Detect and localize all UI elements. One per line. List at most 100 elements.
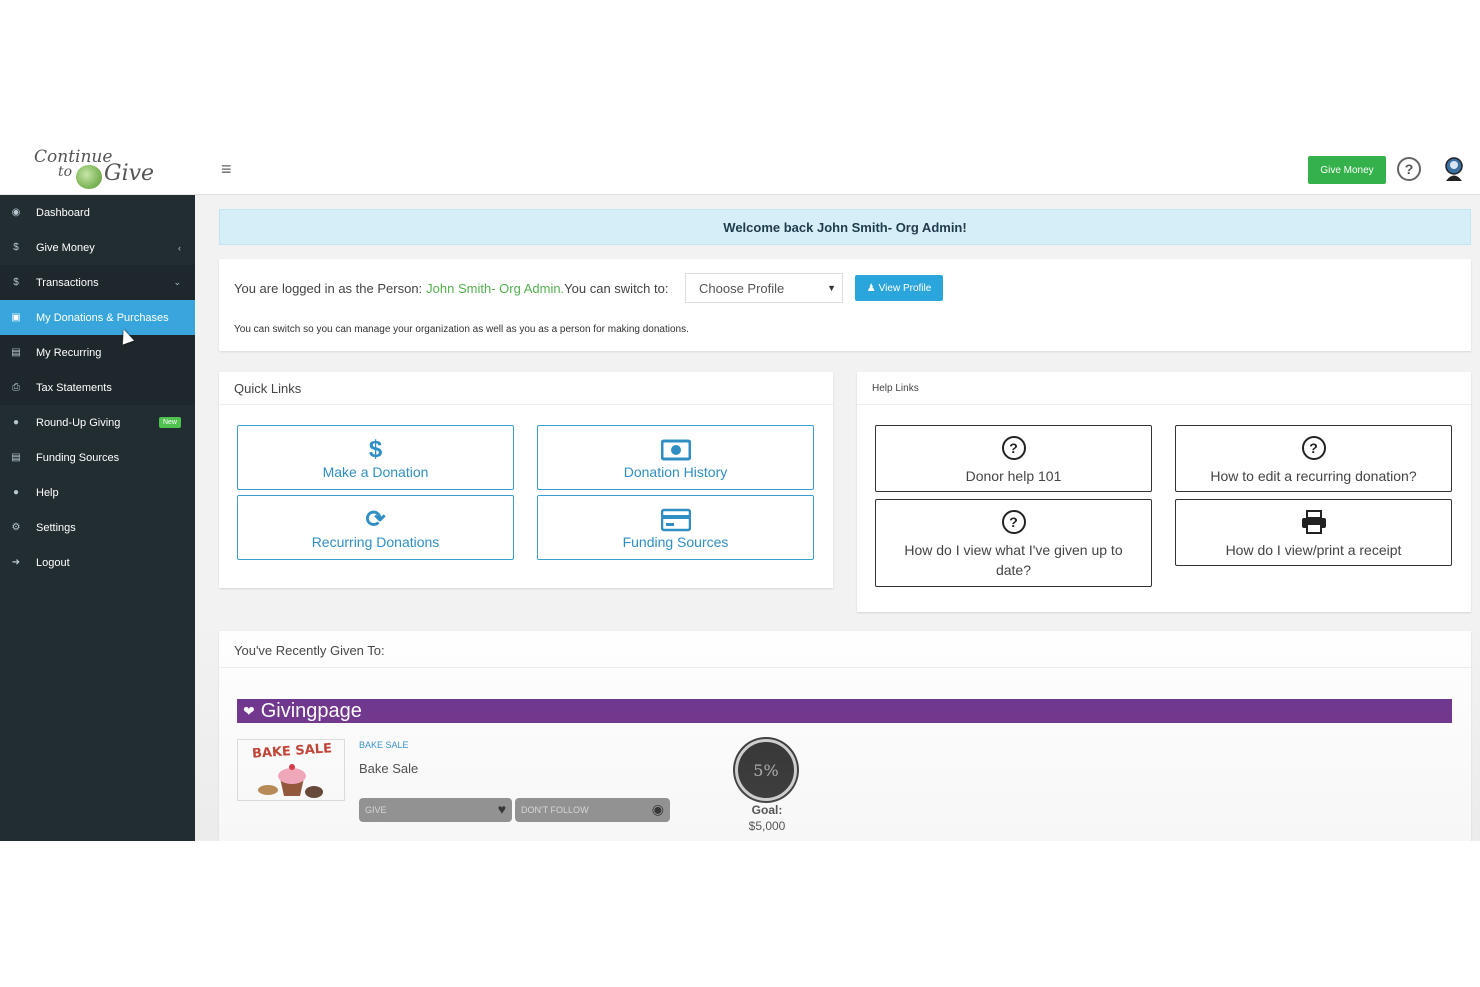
credit-card-icon — [660, 508, 691, 531]
profile-name-link[interactable]: John Smith- Org Admin. — [426, 281, 564, 296]
sidebar-item-transactions[interactable]: $ Transactions ⌄ — [0, 265, 195, 300]
sidebar-item-give-money[interactable]: $ Give Money ‹ — [0, 230, 195, 265]
sidebar-item-settings[interactable]: ⚙ Settings — [0, 510, 195, 545]
logout-icon: ➜ — [11, 557, 21, 568]
sidebar-item-logout[interactable]: ➜ Logout — [0, 545, 195, 580]
chevron-down-icon: ▼ — [827, 283, 836, 293]
cupcake-illustration — [258, 764, 323, 798]
sidebar-item-label: Settings — [36, 521, 76, 534]
bake-sale-image[interactable]: BAKE SALE — [237, 739, 345, 801]
user-icon: ♟ — [866, 282, 876, 294]
print-icon: ⎙ — [12, 382, 20, 393]
sidebar-item-help[interactable]: ● Help — [0, 475, 195, 510]
sidebar-item-label: My Recurring — [36, 346, 102, 359]
dollar-icon: $ — [13, 277, 19, 288]
sidebar-item-my-donations[interactable]: ▣ My Donations & Purchases — [0, 300, 195, 335]
hamburger-menu-icon[interactable]: ≡ — [221, 159, 232, 180]
print-receipt-help-label: How do I view/print a receipt — [1225, 542, 1402, 558]
recurring-donations-link[interactable]: ⟳ Recurring Donations — [237, 495, 514, 560]
campaign-name[interactable]: Bake Sale — [359, 761, 418, 776]
refresh-icon: ⟳ — [365, 505, 386, 533]
card-icon: ▤ — [11, 452, 21, 463]
print-receipt-help-link[interactable]: How do I view/print a receipt — [1175, 499, 1452, 566]
select-value: Choose Profile — [699, 280, 785, 296]
hand-heart-icon: ❤ — [243, 702, 255, 719]
chevron-down-icon: ⌄ — [173, 277, 181, 287]
give-money-button[interactable]: Give Money — [1308, 156, 1386, 184]
funding-sources-link[interactable]: Funding Sources — [537, 495, 814, 560]
brand-logo[interactable]: Continue to Give — [0, 143, 195, 195]
sidebar-item-label: Tax Statements — [36, 381, 112, 394]
logo-text-continue: Continue — [34, 147, 113, 167]
help-circle-icon[interactable]: ? — [1397, 157, 1421, 181]
recently-given-panel: You've Recently Given To: ❤ Givingpage B… — [219, 631, 1471, 841]
recurring-donations-label: Recurring Donations — [311, 533, 440, 550]
donor-help-link[interactable]: ? Donor help 101 — [875, 425, 1152, 492]
question-circle-icon: ? — [1001, 436, 1026, 460]
sidebar-item-funding-sources[interactable]: ▤ Funding Sources — [0, 440, 195, 475]
card-icon: ▤ — [11, 347, 21, 358]
print-icon — [1301, 510, 1326, 534]
dont-follow-button[interactable]: DON'T FOLLOW ◉ — [515, 798, 670, 822]
given-to-date-help-link[interactable]: ? How do I view what I've given up to da… — [875, 499, 1152, 587]
help-links-title: Help Links — [857, 372, 1471, 405]
sidebar-item-label: My Donations & Purchases — [36, 311, 169, 324]
sidebar-item-round-up-giving[interactable]: ● Round-Up Giving New — [0, 405, 195, 440]
gear-icon: ⚙ — [11, 522, 21, 533]
help-links-panel: Help Links ? Donor help 101 ? How to edi… — [857, 372, 1471, 612]
make-donation-link[interactable]: $ Make a Donation — [237, 425, 514, 490]
sidebar-item-label: Transactions — [36, 276, 99, 289]
progress-ring: 5% — [735, 739, 797, 801]
funding-sources-label: Funding Sources — [622, 533, 729, 550]
top-navbar: ≡ Give Money ? — [195, 143, 1480, 195]
logo-text-to: to — [58, 164, 73, 180]
give-button[interactable]: GIVE ♥ — [359, 798, 512, 822]
donor-help-label: Donor help 101 — [965, 468, 1062, 484]
globe-icon — [76, 165, 102, 189]
profile-switch-text: You can switch to: — [564, 281, 669, 296]
app-window: Continue to Give ◉ Dashboard $ Give Mone… — [0, 143, 1480, 841]
question-icon: ● — [12, 487, 20, 498]
give-label: GIVE — [365, 805, 387, 815]
quick-links-title: Quick Links — [219, 372, 833, 405]
givingpage-label: Givingpage — [260, 699, 362, 722]
sidebar-item-label: Logout — [36, 556, 70, 569]
edit-recurring-help-label: How to edit a recurring donation? — [1210, 468, 1417, 484]
dashboard-icon: ◉ — [11, 207, 21, 218]
edit-recurring-help-link[interactable]: ? How to edit a recurring donation? — [1175, 425, 1452, 492]
sidebar-item-label: Give Money — [36, 241, 95, 254]
user-avatar-icon[interactable] — [1443, 157, 1465, 181]
sidebar-item-tax-statements[interactable]: ⎙ Tax Statements — [0, 370, 195, 405]
sidebar: ◉ Dashboard $ Give Money ‹ $ Transaction… — [0, 195, 195, 841]
question-circle-icon: ? — [1001, 510, 1026, 534]
sidebar-item-label: Dashboard — [36, 206, 90, 219]
profile-note: You can switch so you can manage your or… — [234, 324, 689, 335]
hand-heart-icon: ♥ — [497, 801, 506, 817]
givingpage-banner: ❤ Givingpage — [237, 699, 1452, 723]
dollar-icon: $ — [13, 242, 19, 253]
view-profile-label: View Profile — [878, 282, 932, 294]
chevron-left-icon: ‹ — [178, 242, 181, 253]
sidebar-item-my-recurring[interactable]: ▤ My Recurring — [0, 335, 195, 370]
eye-icon: ◉ — [651, 801, 664, 817]
goal-amount: $5,000 — [748, 819, 786, 833]
divider — [219, 667, 1471, 668]
donation-history-link[interactable]: Donation History — [537, 425, 814, 490]
profile-prefix: You are logged in as the Person: — [234, 281, 423, 296]
choose-profile-select[interactable]: Choose Profile ▼ — [685, 273, 843, 303]
make-donation-label: Make a Donation — [322, 463, 429, 480]
profile-switch-panel: You are logged in as the Person: John Sm… — [219, 259, 1471, 351]
question-circle-icon: ? — [1301, 436, 1326, 460]
recently-given-title: You've Recently Given To: — [234, 643, 385, 658]
sidebar-item-dashboard[interactable]: ◉ Dashboard — [0, 195, 195, 230]
goal-label: Goal: — [751, 803, 783, 817]
given-to-date-help-label: How do I view what I've given up to date… — [904, 542, 1123, 578]
dollar-icon: $ — [368, 435, 383, 463]
sidebar-item-label: Help — [36, 486, 59, 499]
donation-history-label: Donation History — [623, 463, 728, 480]
money-icon: ▣ — [11, 312, 21, 323]
campaign-tag: BAKE SALE — [359, 740, 409, 750]
view-profile-button[interactable]: ♟ View Profile — [855, 275, 943, 301]
welcome-banner: Welcome back John Smith- Org Admin! — [219, 209, 1471, 245]
dont-follow-label: DON'T FOLLOW — [521, 805, 589, 815]
